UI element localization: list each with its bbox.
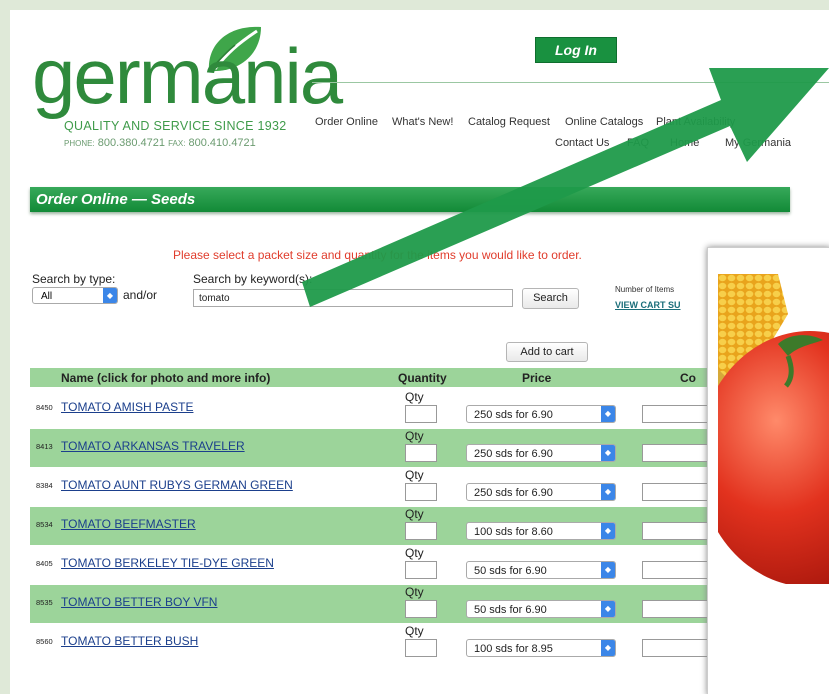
page: germania QUALITY AND SERVICE SINCE 1932 … [10,10,829,694]
pointer-arrow-icon [302,68,829,307]
